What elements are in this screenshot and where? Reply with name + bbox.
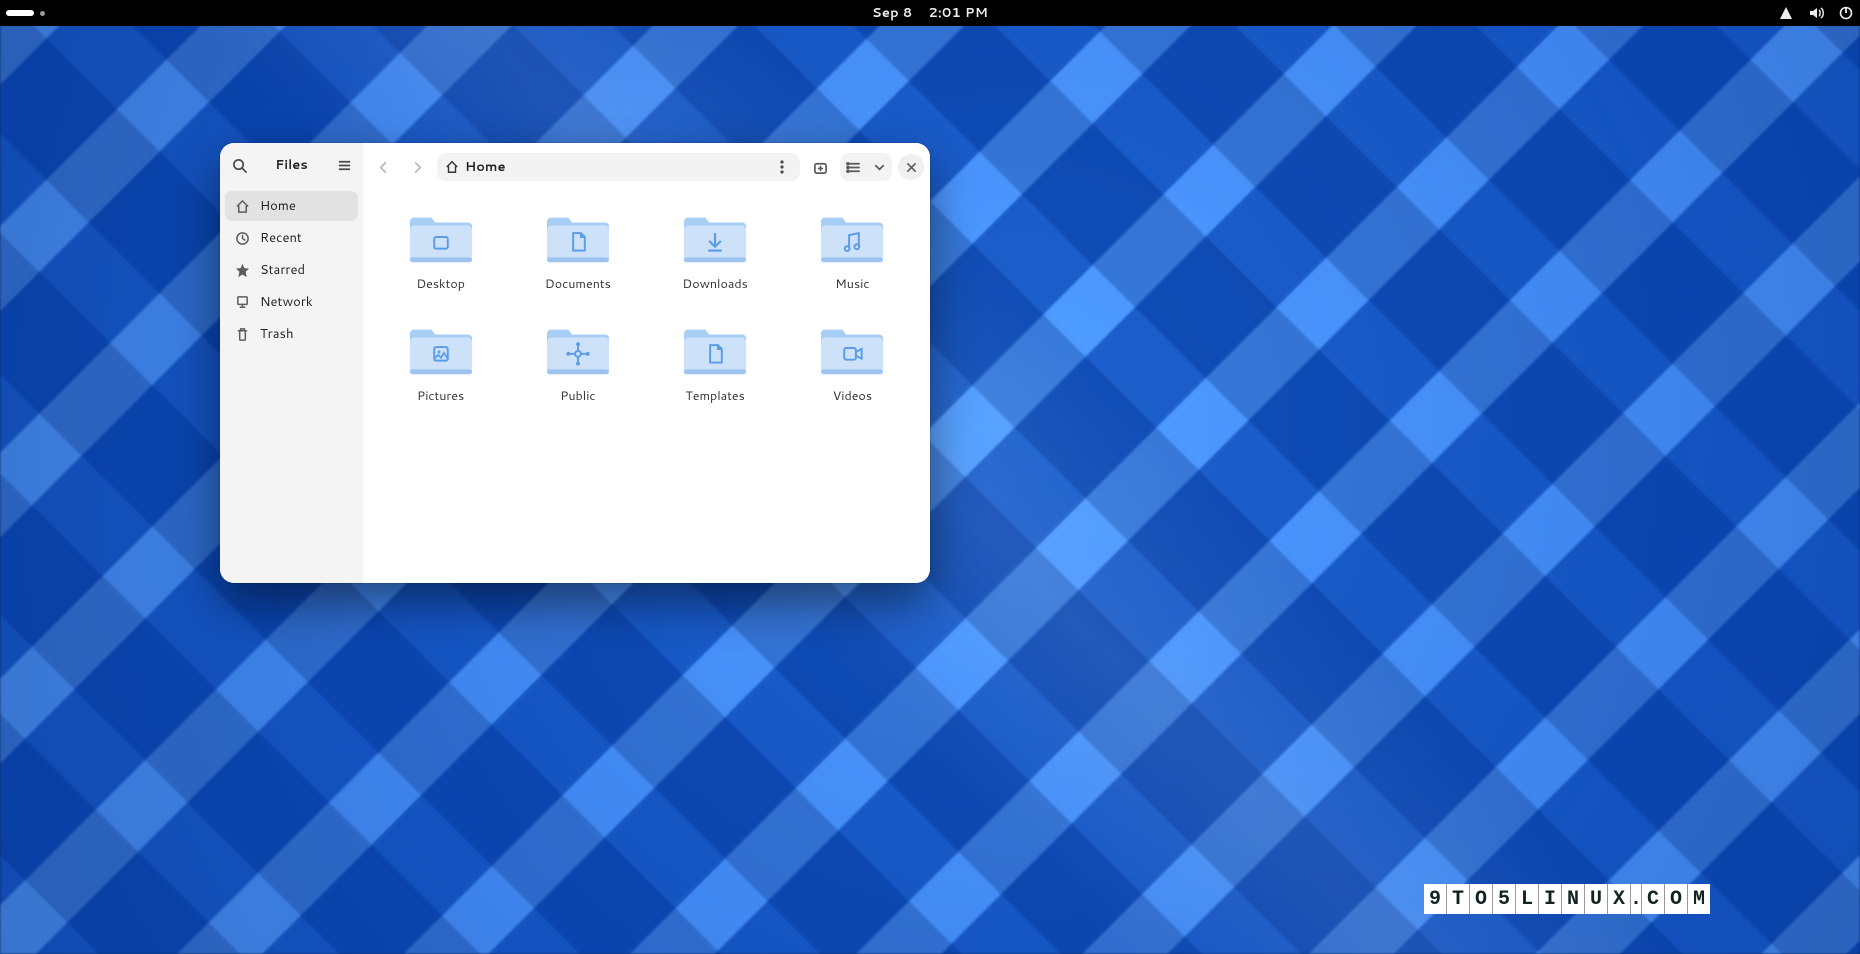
folder-label: Downloads xyxy=(682,275,747,293)
folder-templates[interactable]: Templates xyxy=(652,313,779,411)
sidebar-item-recent[interactable]: Recent xyxy=(225,223,358,253)
topbar-time: 2:01 PM xyxy=(928,4,988,22)
breadcrumb-home[interactable]: Home xyxy=(445,158,506,176)
folder-icon xyxy=(682,207,748,267)
network-icon xyxy=(235,295,250,310)
workspace-indicator[interactable] xyxy=(40,11,45,16)
forward-button[interactable] xyxy=(403,153,431,181)
sidebar-menu-button[interactable] xyxy=(329,150,359,180)
recent-icon xyxy=(235,231,250,246)
star-icon xyxy=(235,263,250,278)
network-status-icon xyxy=(1778,5,1794,21)
app-title: Files xyxy=(258,156,325,174)
files-main: Home Desktop xyxy=(363,143,930,583)
folder-icon xyxy=(682,319,748,379)
folder-label: Desktop xyxy=(416,275,465,293)
gnome-top-bar: Sep 8 2:01 PM xyxy=(0,0,1860,26)
path-bar[interactable]: Home xyxy=(437,153,800,181)
power-icon xyxy=(1838,5,1854,21)
folder-icon xyxy=(545,319,611,379)
sidebar-item-label: Trash xyxy=(260,325,294,343)
view-list-button[interactable] xyxy=(840,154,866,180)
trash-icon xyxy=(235,327,250,342)
sidebar-item-home[interactable]: Home xyxy=(225,191,358,221)
folder-label: Music xyxy=(835,275,869,293)
folder-public[interactable]: Public xyxy=(514,313,641,411)
topbar-date: Sep 8 xyxy=(872,4,913,22)
volume-icon xyxy=(1808,5,1824,21)
new-tab-button[interactable] xyxy=(806,153,834,181)
folder-icon xyxy=(408,207,474,267)
folder-documents[interactable]: Documents xyxy=(514,201,641,299)
folder-label: Documents xyxy=(545,275,611,293)
search-button[interactable] xyxy=(224,150,254,180)
sidebar-item-label: Recent xyxy=(260,229,302,247)
folder-label: Public xyxy=(560,387,595,405)
folder-downloads[interactable]: Downloads xyxy=(652,201,779,299)
files-content: Desktop Documents Downloads Music Pictures Pu… xyxy=(363,191,930,583)
back-button[interactable] xyxy=(369,153,397,181)
home-icon xyxy=(235,199,250,214)
folder-pictures[interactable]: Pictures xyxy=(377,313,504,411)
folder-videos[interactable]: Videos xyxy=(789,313,916,411)
files-sidebar: Files Home Recent Starred Network Trash xyxy=(220,143,363,583)
sidebar-item-starred[interactable]: Starred xyxy=(225,255,358,285)
folder-icon xyxy=(819,319,885,379)
folder-icon xyxy=(408,319,474,379)
sidebar-item-label: Home xyxy=(260,197,296,215)
folder-label: Videos xyxy=(833,387,872,405)
view-options-button[interactable] xyxy=(866,154,892,180)
clock-button[interactable]: Sep 8 2:01 PM xyxy=(872,4,988,22)
sidebar-item-label: Starred xyxy=(260,261,305,279)
watermark: 9TO5LINUX.COM xyxy=(1424,884,1710,914)
folder-label: Templates xyxy=(685,387,745,405)
folder-music[interactable]: Music xyxy=(789,201,916,299)
activities-button[interactable] xyxy=(6,10,34,16)
sidebar-item-trash[interactable]: Trash xyxy=(225,319,358,349)
breadcrumb-label: Home xyxy=(465,158,506,176)
sidebar-item-label: Network xyxy=(260,293,313,311)
files-headerbar: Home xyxy=(363,143,930,191)
close-button[interactable] xyxy=(898,154,924,180)
system-menu[interactable] xyxy=(1778,5,1854,21)
folder-label: Pictures xyxy=(417,387,464,405)
folder-desktop[interactable]: Desktop xyxy=(377,201,504,299)
files-window: Files Home Recent Starred Network Trash Home xyxy=(220,143,930,583)
folder-icon xyxy=(819,207,885,267)
sidebar-item-network[interactable]: Network xyxy=(225,287,358,317)
folder-icon xyxy=(545,207,611,267)
path-bar-menu-button[interactable] xyxy=(772,157,792,177)
